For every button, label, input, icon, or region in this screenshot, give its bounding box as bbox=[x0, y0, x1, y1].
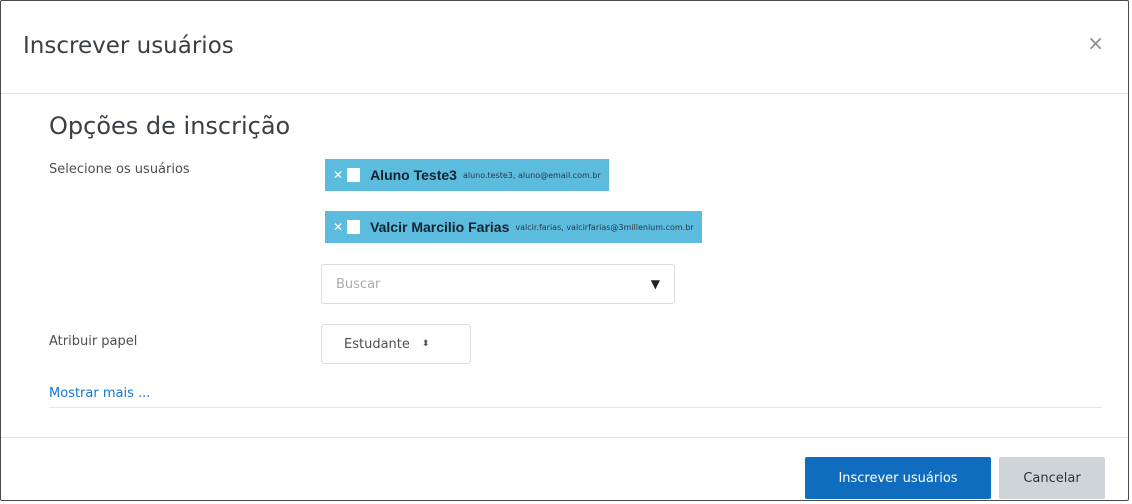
assign-role-label: Atribuir papel bbox=[49, 334, 138, 349]
selected-user-name: Aluno Teste3 bbox=[370, 167, 457, 183]
remove-icon[interactable]: ✕ bbox=[333, 168, 343, 182]
select-arrows-icon: ⬍ bbox=[421, 339, 430, 349]
select-users-label: Selecione os usuários bbox=[49, 162, 190, 177]
dialog-title: Inscrever usuários bbox=[23, 33, 234, 59]
dialog-body: Opções de inscrição Selecione os usuário… bbox=[1, 94, 1128, 436]
cancel-button[interactable]: Cancelar bbox=[999, 457, 1105, 499]
selected-user-detail: valcir.farias, valcirfarias@3millenium.c… bbox=[515, 222, 694, 232]
show-more-link[interactable]: Mostrar mais ... bbox=[49, 386, 150, 401]
enrol-users-dialog: Inscrever usuários × Opções de inscrição… bbox=[0, 0, 1129, 501]
search-placeholder: Buscar bbox=[336, 276, 381, 292]
enrol-users-button[interactable]: Inscrever usuários bbox=[805, 457, 991, 499]
user-search-input[interactable]: Buscar ▼ bbox=[321, 264, 675, 304]
selected-user-name: Valcir Marcilio Farias bbox=[370, 219, 510, 235]
role-select-value: Estudante bbox=[344, 336, 410, 352]
divider bbox=[49, 407, 1102, 408]
selected-user-detail: aluno.teste3, aluno@email.com.br bbox=[462, 170, 601, 180]
section-title: Opções de inscrição bbox=[49, 112, 291, 140]
checkbox-icon bbox=[347, 220, 361, 234]
selected-user-tag[interactable]: ✕ Aluno Teste3 aluno.teste3, aluno@email… bbox=[325, 159, 609, 191]
role-select[interactable]: Estudante ⬍ bbox=[321, 324, 471, 364]
checkbox-icon bbox=[347, 168, 361, 182]
close-icon[interactable]: × bbox=[1087, 33, 1104, 53]
dialog-header: Inscrever usuários × bbox=[1, 1, 1128, 94]
selected-user-tag[interactable]: ✕ Valcir Marcilio Farias valcir.farias, … bbox=[325, 211, 702, 243]
dialog-footer: Inscrever usuários Cancelar bbox=[1, 437, 1128, 500]
remove-icon[interactable]: ✕ bbox=[333, 220, 343, 234]
dropdown-caret-icon[interactable]: ▼ bbox=[651, 277, 660, 291]
